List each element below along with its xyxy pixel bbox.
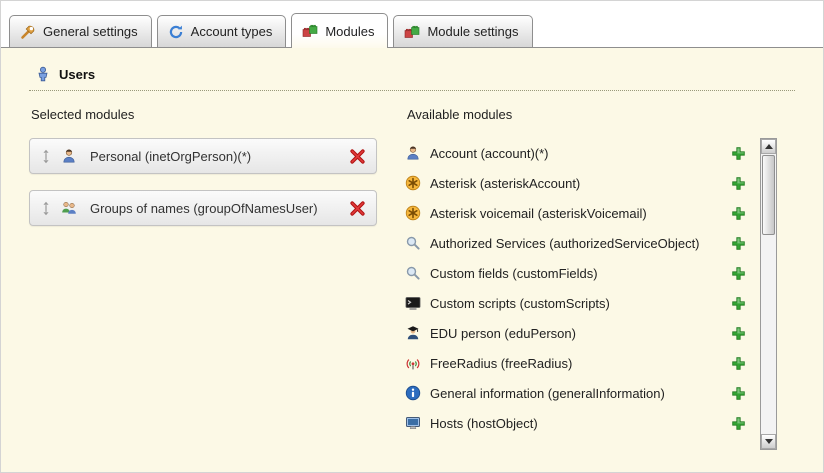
available-module-row: FreeRadius (freeRadius) (405, 348, 760, 378)
add-module-button[interactable] (731, 416, 746, 431)
module-label: Authorized Services (authorizedServiceOb… (430, 236, 700, 251)
selected-modules-heading: Selected modules (31, 107, 377, 122)
terminal-icon (405, 295, 421, 311)
available-module-row: Custom fields (customFields) (405, 258, 760, 288)
remove-module-button[interactable] (349, 200, 366, 217)
edu-person-icon (405, 325, 421, 341)
available-modules-list: Account (account)(*) Asterisk (asteriskA… (405, 138, 760, 450)
modules-icon (302, 23, 318, 39)
refresh-icon (168, 24, 184, 40)
tab-strip: General settings Account types Modules M… (9, 13, 533, 47)
host-icon (405, 415, 421, 431)
modules-panel: Users Selected modules Personal (inetOrg… (1, 47, 823, 472)
available-module-row: EDU person (eduPerson) (405, 318, 760, 348)
tab-label: General settings (43, 24, 138, 39)
arrow-down-icon (765, 439, 773, 444)
add-module-button[interactable] (731, 296, 746, 311)
module-label: FreeRadius (freeRadius) (430, 356, 572, 371)
scrollbar-track[interactable] (761, 236, 776, 434)
selected-module-row: Groups of names (groupOfNamesUser) (29, 190, 377, 226)
available-module-row: Asterisk voicemail (asteriskVoicemail) (405, 198, 760, 228)
available-module-row: Hosts (hostObject) (405, 408, 760, 438)
add-module-button[interactable] (731, 146, 746, 161)
module-label: Asterisk voicemail (asteriskVoicemail) (430, 206, 647, 221)
scrollbar-thumb[interactable] (762, 155, 775, 235)
module-label: Personal (inetOrgPerson)(*) (90, 149, 349, 164)
lam-configuration-window: General settings Account types Modules M… (0, 0, 824, 473)
tab-account-types[interactable]: Account types (157, 15, 287, 47)
add-module-button[interactable] (731, 326, 746, 341)
available-modules-column: Available modules Account (account)(*) A… (405, 105, 795, 450)
scrollbar[interactable] (760, 138, 777, 450)
magnifier-icon (405, 265, 421, 281)
selected-module-row: Personal (inetOrgPerson)(*) (29, 138, 377, 174)
module-label: General information (generalInformation) (430, 386, 665, 401)
add-module-button[interactable] (731, 356, 746, 371)
module-label: Groups of names (groupOfNamesUser) (90, 201, 349, 216)
add-module-button[interactable] (731, 176, 746, 191)
signal-icon (405, 355, 421, 371)
available-module-row: Authorized Services (authorizedServiceOb… (405, 228, 760, 258)
module-label: Asterisk (asteriskAccount) (430, 176, 580, 191)
module-label: EDU person (eduPerson) (430, 326, 576, 341)
selected-modules-column: Selected modules Personal (inetOrgPerson… (29, 105, 377, 450)
tab-bar: General settings Account types Modules M… (1, 1, 823, 47)
scroll-up-button[interactable] (761, 139, 776, 154)
person-icon (405, 145, 421, 161)
available-module-row: Custom scripts (customScripts) (405, 288, 760, 318)
tab-general-settings[interactable]: General settings (9, 15, 152, 47)
add-module-button[interactable] (731, 206, 746, 221)
users-icon (35, 66, 51, 82)
drag-handle-icon[interactable] (40, 201, 52, 216)
asterisk-icon (405, 205, 421, 221)
module-label: Account (account)(*) (430, 146, 549, 161)
scroll-down-button[interactable] (761, 434, 776, 449)
available-module-row: General information (generalInformation) (405, 378, 760, 408)
modules-icon (404, 24, 420, 40)
wrench-icon (20, 24, 36, 40)
available-modules-area: Account (account)(*) Asterisk (asteriskA… (405, 138, 777, 450)
tab-label: Modules (325, 24, 374, 39)
module-label: Custom scripts (customScripts) (430, 296, 610, 311)
arrow-up-icon (765, 144, 773, 149)
tab-label: Account types (191, 24, 273, 39)
tab-module-settings[interactable]: Module settings (393, 15, 532, 47)
magnifier-icon (405, 235, 421, 251)
add-module-button[interactable] (731, 386, 746, 401)
selected-modules-list: Personal (inetOrgPerson)(*) Groups of na… (29, 138, 377, 226)
section-title: Users (59, 67, 95, 82)
add-module-button[interactable] (731, 236, 746, 251)
drag-handle-icon[interactable] (40, 149, 52, 164)
available-modules-heading: Available modules (407, 107, 795, 122)
module-label: Hosts (hostObject) (430, 416, 538, 431)
person-icon (61, 148, 77, 164)
module-label: Custom fields (customFields) (430, 266, 598, 281)
available-module-row: Account (account)(*) (405, 138, 760, 168)
module-columns: Selected modules Personal (inetOrgPerson… (29, 105, 795, 450)
section-header-users: Users (29, 66, 795, 91)
add-module-button[interactable] (731, 266, 746, 281)
available-module-row: Asterisk (asteriskAccount) (405, 168, 760, 198)
asterisk-icon (405, 175, 421, 191)
tab-label: Module settings (427, 24, 518, 39)
remove-module-button[interactable] (349, 148, 366, 165)
tab-modules[interactable]: Modules (291, 13, 388, 48)
info-icon (405, 385, 421, 401)
group-icon (61, 200, 77, 216)
